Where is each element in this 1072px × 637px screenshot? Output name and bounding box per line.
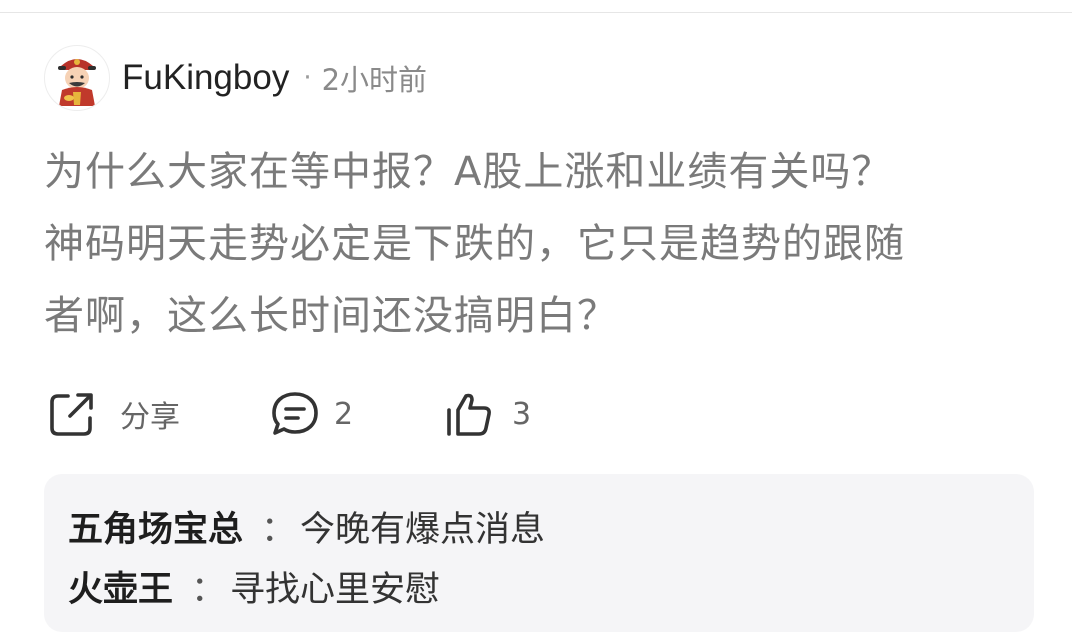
reply-author[interactable]: 五角场宝总 [68,501,243,552]
reply-author[interactable]: 火壶王 [68,561,173,612]
share-button[interactable]: 分享 [48,390,180,438]
post-header: FuKingboy · 2小时前 [44,44,1036,112]
like-button[interactable]: 3 [444,390,531,438]
reply-text: 寻找心里安慰 [230,569,441,610]
reply-text: 今晚有爆点消息 [300,509,546,550]
reply-separator: ： [261,509,297,550]
share-icon [48,390,98,438]
reply-item[interactable]: 五角场宝总 ： 今晚有爆点消息 [68,496,1010,556]
post-card: FuKingboy · 2小时前 为什么大家在等中报？A股上涨和业绩有关吗？ 神… [44,44,1036,436]
comment-button[interactable]: 2 [270,390,353,438]
top-divider [0,0,1072,13]
post-content-line: 神码明天走势必定是下跌的，它只是趋势的跟随 [44,221,905,267]
username[interactable]: FuKingboy [122,58,289,98]
action-bar: 分享 2 3 [44,390,744,438]
comment-icon [270,390,320,438]
reply-separator: ： [191,569,227,610]
share-label: 分享 [120,400,180,435]
meta-separator: · [303,63,312,93]
post-time: 2小时前 [321,63,428,97]
post-content-line: 者啊，这么长时间还没搞明白？ [44,293,618,339]
thumbs-up-icon [444,390,494,438]
like-count: 3 [512,396,532,432]
reply-item[interactable]: 火壶王 ： 寻找心里安慰 [68,556,1010,616]
post-content[interactable]: 为什么大家在等中报？A股上涨和业绩有关吗？ 神码明天走势必定是下跌的，它只是趋势… [44,136,1036,352]
reply-preview-box[interactable]: 五角场宝总 ： 今晚有爆点消息 火壶王 ： 寻找心里安慰 [44,474,1034,632]
avatar[interactable] [44,45,110,111]
comment-count: 2 [334,396,354,432]
caishen-avatar-icon [58,59,96,106]
post-content-line: 为什么大家在等中报？A股上涨和业绩有关吗？ [44,149,893,195]
